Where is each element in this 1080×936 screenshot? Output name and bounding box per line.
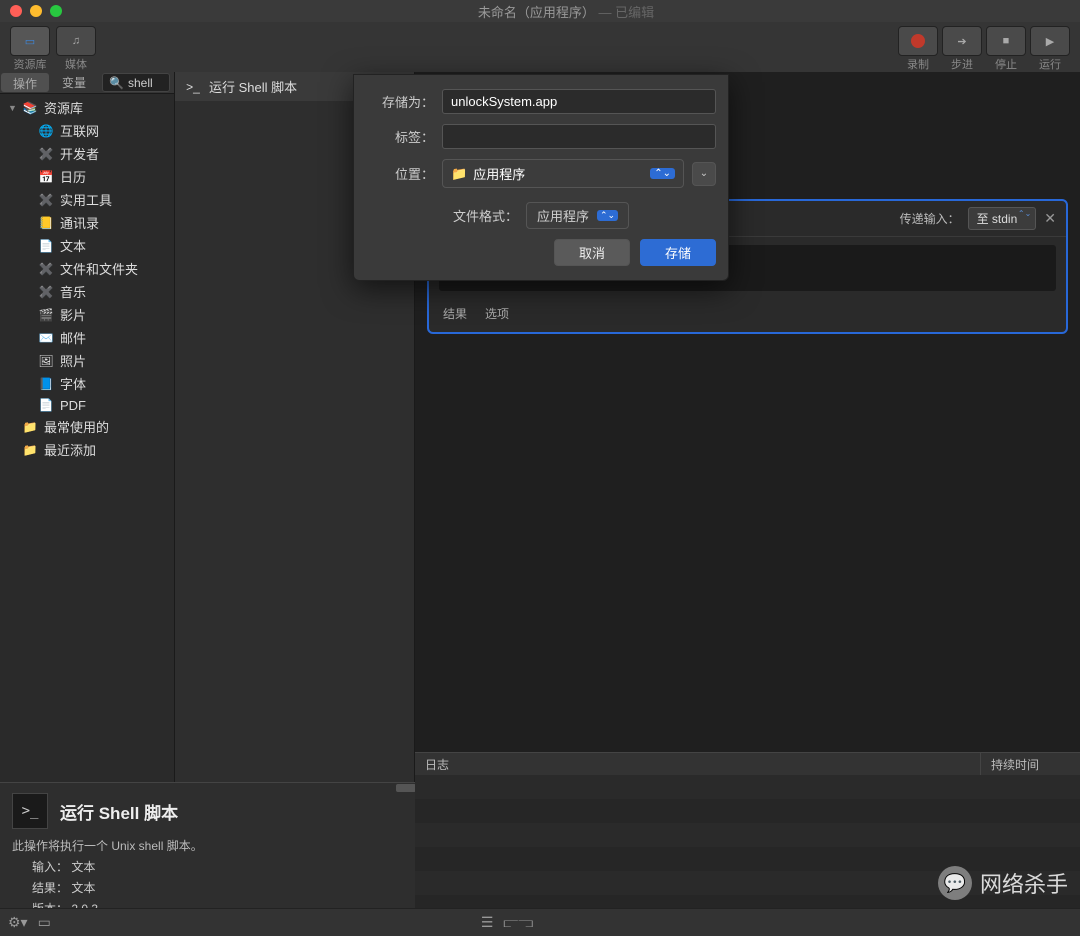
tree-root[interactable]: ▼📚资源库 bbox=[0, 96, 174, 119]
save-button[interactable]: 存储 bbox=[640, 239, 716, 266]
tree-most-used[interactable]: 📁最常使用的 bbox=[0, 415, 174, 438]
info-panel: >_ 运行 Shell 脚本 此操作将执行一个 Unix shell 脚本。 输… bbox=[0, 782, 415, 908]
location-label: 位置： bbox=[366, 164, 434, 183]
pdf-icon: 📄 bbox=[38, 397, 54, 413]
titlebar: 未命名（应用程序） — 已编辑 bbox=[0, 0, 1080, 22]
minimize-window-icon[interactable] bbox=[30, 5, 42, 17]
close-window-icon[interactable] bbox=[10, 5, 22, 17]
library-icon: 📚 bbox=[22, 100, 38, 116]
info-description: 此操作将执行一个 Unix shell 脚本。 bbox=[12, 837, 403, 854]
stop-button[interactable]: ■ bbox=[986, 26, 1026, 56]
options-tab[interactable]: 选项 bbox=[485, 305, 509, 322]
tab-actions[interactable]: 操作 bbox=[1, 73, 49, 92]
gear-icon[interactable]: ⚙︎▾ bbox=[8, 914, 28, 931]
file-format-select[interactable]: 应用程序 ⌃⌄ bbox=[526, 202, 629, 229]
media-button[interactable]: ♫ bbox=[56, 26, 96, 56]
music-icon: ✖️ bbox=[38, 284, 54, 300]
tree-item[interactable]: 📄PDF bbox=[0, 395, 174, 415]
resize-handle[interactable] bbox=[396, 784, 416, 792]
record-icon bbox=[911, 34, 925, 48]
zoom-window-icon[interactable] bbox=[50, 5, 62, 17]
tags-input[interactable] bbox=[442, 124, 716, 149]
chevron-updown-icon: ⌃⌄ bbox=[650, 168, 675, 179]
tree-item[interactable]: ✖️实用工具 bbox=[0, 188, 174, 211]
files-icon: ✖️ bbox=[38, 261, 54, 277]
window-title: 未命名（应用程序） — 已编辑 bbox=[62, 2, 1070, 21]
tree-item[interactable]: 📘字体 bbox=[0, 372, 174, 395]
expand-button[interactable]: ⌄ bbox=[692, 162, 716, 186]
list-view-icon[interactable]: ☰ bbox=[481, 914, 494, 931]
media-label: 媒体 bbox=[65, 56, 87, 72]
terminal-icon: >_ bbox=[185, 79, 201, 95]
pass-input-select[interactable]: 至 stdin bbox=[968, 207, 1037, 230]
folder-icon: 📁 bbox=[22, 419, 38, 435]
terminal-icon: >_ bbox=[12, 793, 48, 829]
log-header-log: 日志 bbox=[415, 753, 980, 775]
search-icon: 🔍 bbox=[109, 76, 124, 90]
info-input: 输入： 文本 bbox=[12, 858, 403, 875]
tree-item[interactable]: ✖️音乐 bbox=[0, 280, 174, 303]
cancel-button[interactable]: 取消 bbox=[554, 239, 630, 266]
library-tree: ▼📚资源库 🌐互联网 ✖️开发者 📅日历 ✖️实用工具 📒通讯录 📄文本 ✖️文… bbox=[0, 94, 174, 782]
tree-item[interactable]: 📅日历 bbox=[0, 165, 174, 188]
save-dialog: 存储为： 标签： 位置： 📁 应用程序 ⌃⌄ ⌄ 文件格式： 应用程序 ⌃⌄ 取… bbox=[353, 74, 729, 281]
tree-item[interactable]: ✖️文件和文件夹 bbox=[0, 257, 174, 280]
applications-folder-icon: 📁 bbox=[451, 166, 467, 182]
tree-item[interactable]: 🎬影片 bbox=[0, 303, 174, 326]
log-header-duration: 持续时间 bbox=[980, 753, 1080, 775]
record-button[interactable] bbox=[898, 26, 938, 56]
sidebar: 操作 变量 🔍 shell ▼📚资源库 🌐互联网 ✖️开发者 📅日历 ✖️实用工… bbox=[0, 72, 175, 782]
calendar-icon: 📅 bbox=[38, 169, 54, 185]
flow-view-icon[interactable]: ⫍⫎ bbox=[503, 914, 533, 931]
dev-icon: ✖️ bbox=[38, 146, 54, 162]
search-input[interactable]: 🔍 shell bbox=[102, 73, 170, 92]
photos-icon: 🖼 bbox=[38, 353, 54, 369]
chevron-updown-icon: ⌃⌄ bbox=[597, 210, 618, 221]
library-label: 资源库 bbox=[14, 56, 47, 72]
watermark: 💬 网络杀手 bbox=[938, 866, 1068, 900]
results-tab[interactable]: 结果 bbox=[443, 305, 467, 322]
chevron-down-icon: ⌄ bbox=[700, 168, 708, 179]
close-icon[interactable]: ✕ bbox=[1044, 210, 1056, 227]
library-button[interactable]: ▭ bbox=[10, 26, 50, 56]
fonts-icon: 📘 bbox=[38, 376, 54, 392]
mail-icon: ✉️ bbox=[38, 330, 54, 346]
tree-item[interactable]: ✉️邮件 bbox=[0, 326, 174, 349]
folder-icon: 📁 bbox=[22, 442, 38, 458]
tree-item[interactable]: 📄文本 bbox=[0, 234, 174, 257]
wechat-icon: 💬 bbox=[938, 866, 972, 900]
save-as-label: 存储为： bbox=[366, 92, 434, 111]
toolbar: ▭ 资源库 ♫ 媒体 录制 ➔步进 ■停止 ▶运行 bbox=[0, 22, 1080, 72]
text-icon: 📄 bbox=[38, 238, 54, 254]
step-button[interactable]: ➔ bbox=[942, 26, 982, 56]
statusbar: ⚙︎▾ ▭ ☰ ⫍⫎ bbox=[0, 908, 1080, 936]
movies-icon: 🎬 bbox=[38, 307, 54, 323]
save-as-input[interactable] bbox=[442, 89, 716, 114]
tree-item[interactable]: 🖼照片 bbox=[0, 349, 174, 372]
utility-icon: ✖️ bbox=[38, 192, 54, 208]
info-result: 结果： 文本 bbox=[12, 879, 403, 896]
globe-icon: 🌐 bbox=[38, 123, 54, 139]
panel-toggle-icon[interactable]: ▭ bbox=[38, 914, 51, 931]
tree-item[interactable]: 🌐互联网 bbox=[0, 119, 174, 142]
location-select[interactable]: 📁 应用程序 ⌃⌄ bbox=[442, 159, 684, 188]
tree-item[interactable]: 📒通讯录 bbox=[0, 211, 174, 234]
pass-input-label: 传递输入： bbox=[900, 210, 960, 227]
tab-variables[interactable]: 变量 bbox=[50, 72, 98, 93]
contacts-icon: 📒 bbox=[38, 215, 54, 231]
tree-item[interactable]: ✖️开发者 bbox=[0, 142, 174, 165]
info-title: 运行 Shell 脚本 bbox=[60, 799, 178, 824]
tree-recent[interactable]: 📁最近添加 bbox=[0, 438, 174, 461]
tags-label: 标签： bbox=[366, 127, 434, 146]
file-format-label: 文件格式： bbox=[453, 206, 518, 225]
run-button[interactable]: ▶ bbox=[1030, 26, 1070, 56]
